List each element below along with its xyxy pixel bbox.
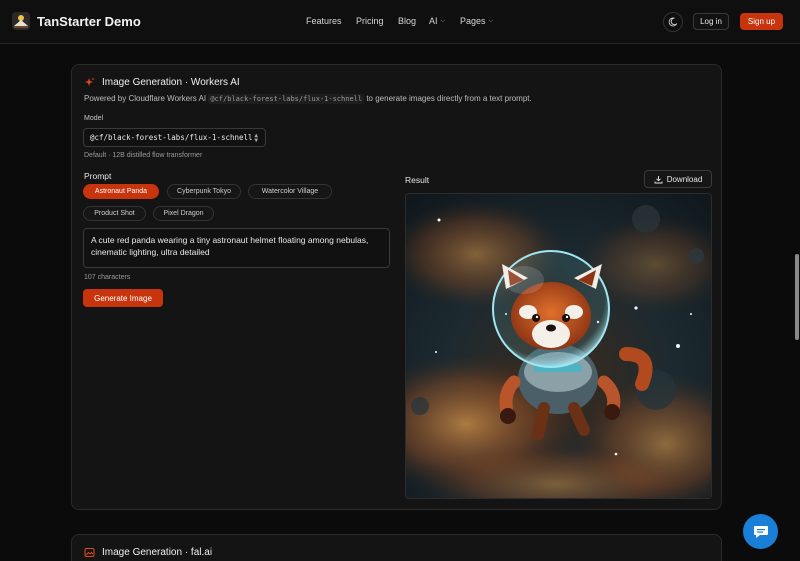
download-icon bbox=[654, 175, 663, 183]
result-label: Result bbox=[405, 175, 430, 185]
nav-pages[interactable]: Pages ⌵ bbox=[460, 16, 493, 26]
chat-bubble-icon bbox=[753, 525, 768, 538]
nav-pricing[interactable]: Pricing bbox=[356, 16, 384, 26]
download-label: Download bbox=[666, 174, 703, 184]
model-select[interactable]: @cf/black-forest-labs/flux-1-schnell ▲ ▼ bbox=[83, 128, 266, 147]
select-arrows-icon: ▲ ▼ bbox=[254, 132, 258, 144]
model-note: Default · 12B distilled flow transformer bbox=[84, 152, 203, 159]
prompt-textarea[interactable]: A cute red panda wearing a tiny astronau… bbox=[83, 228, 390, 268]
nav-ai[interactable]: AI ⌵ bbox=[429, 16, 445, 26]
desc-prefix: Powered by Cloudflare Workers AI bbox=[84, 94, 207, 103]
nav-features[interactable]: Features bbox=[306, 16, 342, 26]
brand-title: TanStarter Demo bbox=[37, 13, 141, 29]
signup-button[interactable]: Sign up bbox=[740, 13, 783, 30]
logo-icon bbox=[12, 12, 30, 30]
brand-link[interactable]: TanStarter Demo bbox=[12, 12, 141, 30]
page-scrollbar[interactable] bbox=[795, 254, 799, 340]
desc-model-code: @cf/black-forest-labs/flux-1-schnell bbox=[208, 94, 365, 104]
nav-ai-label: AI bbox=[429, 16, 438, 26]
card-description: Powered by Cloudflare Workers AI @cf/bla… bbox=[84, 94, 532, 104]
chip-pixel-dragon[interactable]: Pixel Dragon bbox=[153, 206, 214, 221]
model-label: Model bbox=[84, 115, 104, 122]
generate-image-button[interactable]: Generate Image bbox=[83, 289, 163, 307]
nav-pages-label: Pages bbox=[460, 16, 486, 26]
chip-watercolor-village[interactable]: Watercolor Village bbox=[248, 184, 332, 199]
card-header: Image Generation · Workers AI bbox=[84, 77, 240, 88]
card-title: Image Generation · Workers AI bbox=[102, 77, 240, 88]
download-button[interactable]: Download bbox=[644, 170, 712, 188]
chip-astronaut-panda[interactable]: Astronaut Panda bbox=[83, 184, 159, 199]
login-button[interactable]: Log in bbox=[693, 13, 729, 30]
theme-toggle-button[interactable] bbox=[663, 12, 683, 32]
workers-ai-card: Image Generation · Workers AI Powered by… bbox=[71, 64, 722, 510]
chat-widget-button[interactable] bbox=[743, 514, 778, 549]
chevron-down-icon: ⌵ bbox=[488, 17, 494, 24]
image-icon bbox=[84, 548, 95, 557]
chip-cyberpunk-tokyo[interactable]: Cyberpunk Tokyo bbox=[167, 184, 241, 199]
desc-suffix: to generate images directly from a text … bbox=[366, 94, 532, 103]
card2-header: Image Generation · fal.ai bbox=[84, 547, 212, 558]
prompt-label: Prompt bbox=[84, 171, 112, 181]
fal-ai-card: Image Generation · fal.ai bbox=[71, 534, 722, 561]
sparkles-icon bbox=[85, 77, 95, 86]
generated-image bbox=[405, 193, 712, 499]
chip-product-shot[interactable]: Product Shot bbox=[83, 206, 146, 221]
moon-icon bbox=[668, 17, 678, 27]
char-count: 107 characters bbox=[84, 274, 131, 281]
top-header: TanStarter Demo Features Pricing Blog AI… bbox=[0, 0, 800, 44]
nav-blog[interactable]: Blog bbox=[398, 16, 416, 26]
card2-title: Image Generation · fal.ai bbox=[102, 547, 213, 558]
model-select-value: @cf/black-forest-labs/flux-1-schnell bbox=[90, 133, 253, 142]
chevron-down-icon: ⌵ bbox=[440, 17, 446, 24]
